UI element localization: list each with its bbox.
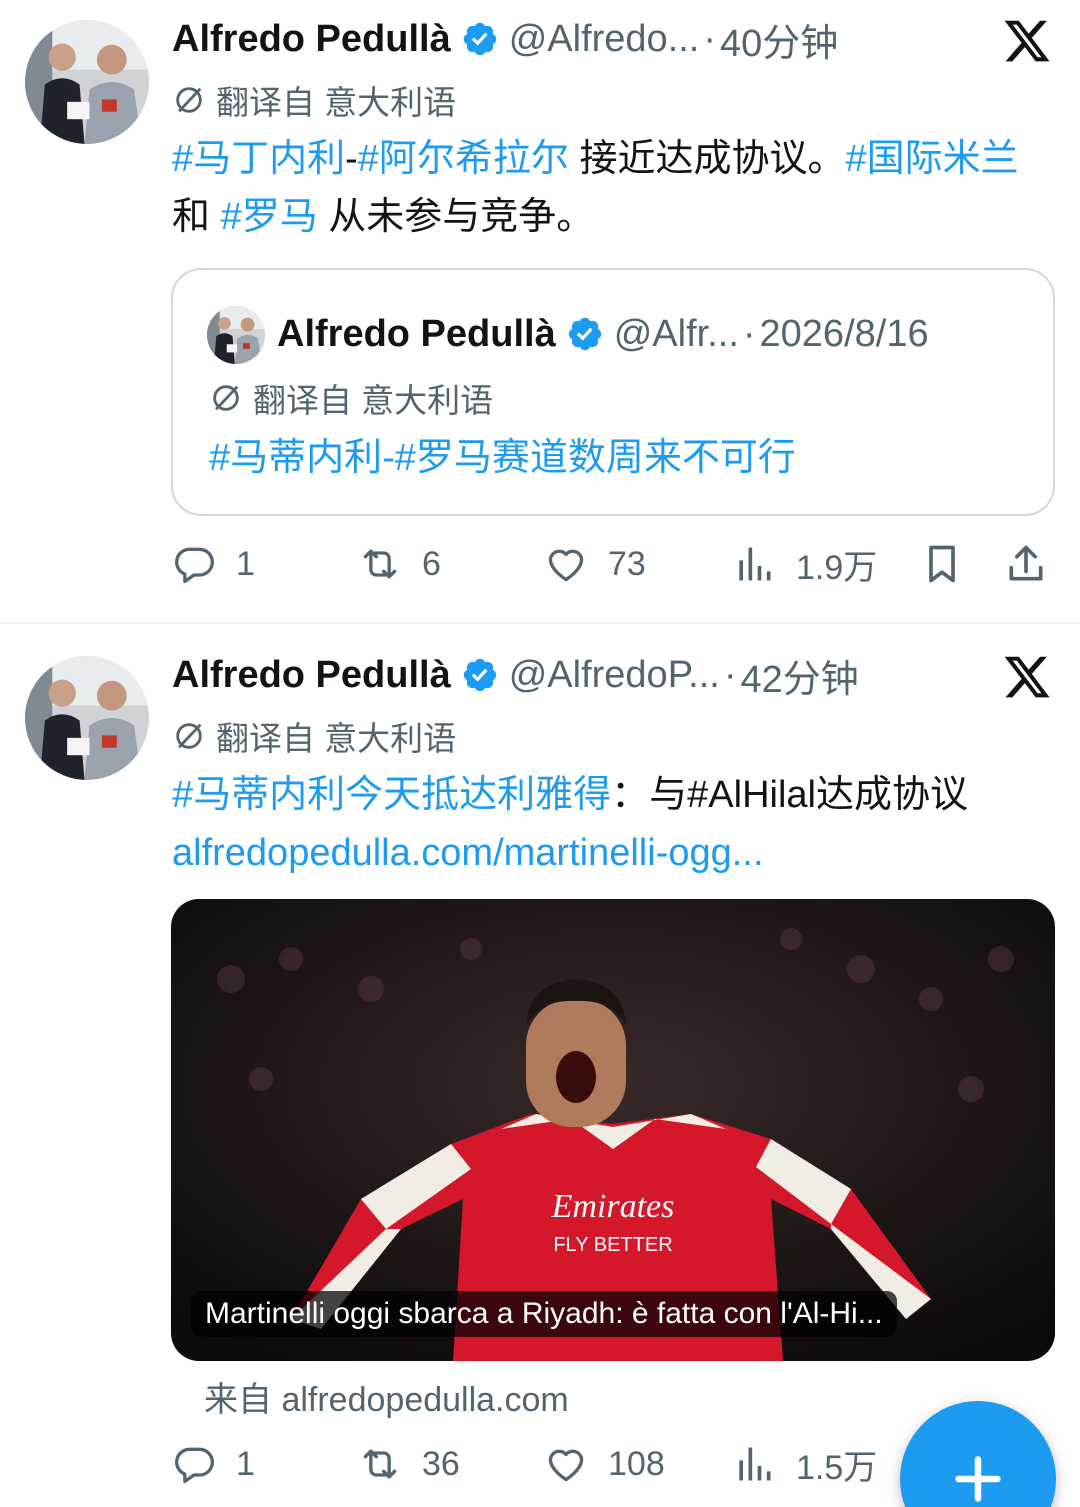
translation-label: 翻译自 意大利语 <box>216 720 457 757</box>
translation-note: 翻译自 意大利语 <box>172 712 456 760</box>
x-logo-icon <box>1002 652 1052 702</box>
tweet-header: Alfredo Pedullà @AlfredoP... · 42分钟 <box>172 648 859 703</box>
like-count: 108 <box>608 1444 665 1483</box>
source-domain[interactable]: 来自 alfredopedulla.com <box>204 1372 569 1421</box>
translate-icon <box>172 719 206 753</box>
timestamp[interactable]: 42分钟 <box>740 648 858 703</box>
tweet-2-body: Alfredo Pedullà @AlfredoP... · 42分钟 翻译自 … <box>0 0 1080 1507</box>
reply-count: 1 <box>236 1444 255 1483</box>
author-handle[interactable]: @AlfredoP... <box>509 654 720 697</box>
hashtag-link[interactable]: #AlHilal <box>687 774 816 816</box>
hashtag-link[interactable]: #马蒂内利今天抵达利雅得 <box>172 774 611 816</box>
views-icon <box>732 1442 776 1486</box>
author-name[interactable]: Alfredo Pedullà <box>172 654 451 697</box>
views-button[interactable]: 1.5万 <box>732 1436 877 1492</box>
retweet-count: 36 <box>422 1444 460 1483</box>
separator-dot: · <box>723 653 737 696</box>
retweet-button[interactable]: 36 <box>358 1436 460 1492</box>
avatar[interactable] <box>25 656 149 780</box>
tweet-text-segment: 达成协议 <box>815 774 968 816</box>
card-caption: Martinelli oggi sbarca a Riyadh: è fatta… <box>191 1291 897 1337</box>
plus-icon <box>955 1456 1001 1502</box>
verified-badge-icon <box>461 656 499 694</box>
reply-icon <box>172 1442 216 1486</box>
article-link[interactable]: alfredopedulla.com/martinelli-ogg... <box>172 832 763 874</box>
views-count: 1.5万 <box>796 1448 878 1487</box>
retweet-icon <box>358 1442 402 1486</box>
heart-icon <box>544 1442 588 1486</box>
jersey-sponsor: Emirates <box>551 1188 675 1225</box>
tweet-text: #马蒂内利今天抵达利雅得：与#AlHilal达成协议 alfredopedulla… <box>172 766 1052 882</box>
reply-button[interactable]: 1 <box>172 1436 255 1492</box>
link-card-image[interactable]: Emirates FLY BETTER Martinelli oggi sbar… <box>171 899 1055 1361</box>
jersey-tagline: FLY BETTER <box>553 1234 672 1256</box>
tweet-text-segment: ：与 <box>611 774 688 816</box>
like-button[interactable]: 108 <box>544 1436 665 1492</box>
tweet-2[interactable]: Alfredo Pedullà @AlfredoP... · 42分钟 翻译自 … <box>0 0 1080 1507</box>
